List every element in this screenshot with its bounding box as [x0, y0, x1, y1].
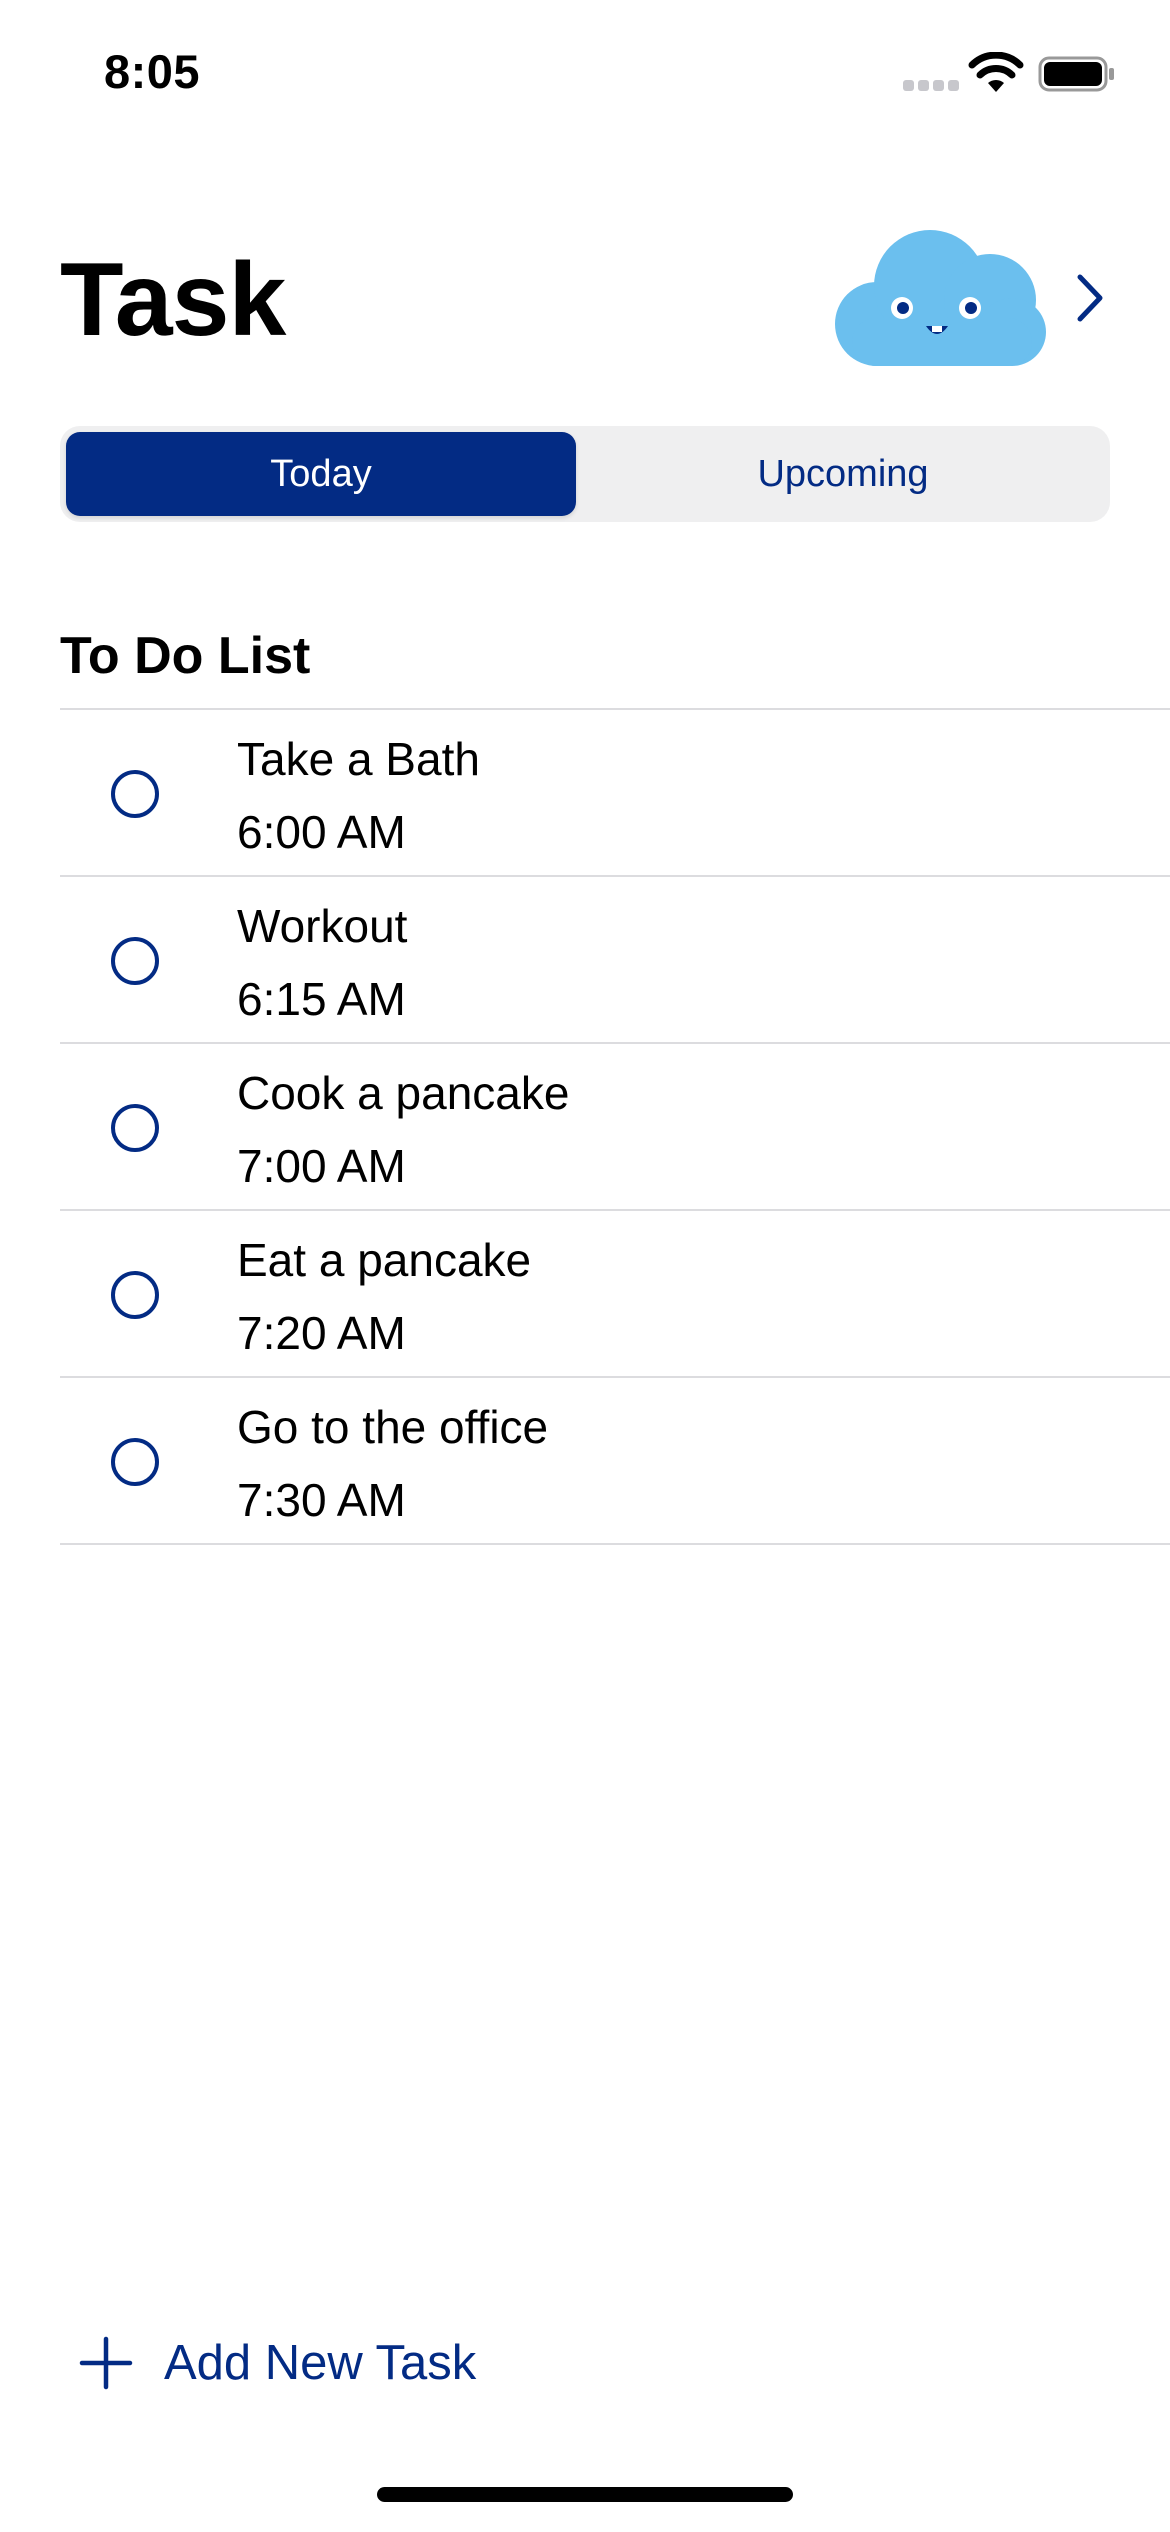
- checkbox-circle-icon[interactable]: [111, 1438, 159, 1486]
- date-segmented-control: Today Upcoming: [60, 426, 1110, 522]
- task-row[interactable]: Eat a pancake 7:20 AM: [60, 1209, 1170, 1376]
- checkbox-circle-icon[interactable]: [111, 937, 159, 985]
- checkbox-circle-icon[interactable]: [111, 1271, 159, 1319]
- task-name: Workout: [237, 900, 408, 952]
- tab-today[interactable]: Today: [66, 432, 576, 516]
- chevron-right-icon[interactable]: [1072, 271, 1108, 325]
- task-name: Go to the office: [237, 1401, 549, 1453]
- battery-icon: [1038, 56, 1114, 92]
- checkbox-circle-icon[interactable]: [111, 770, 159, 818]
- task-list: Take a Bath 6:00 AM Workout 6:15 AM Cook…: [60, 708, 1170, 1545]
- task-time: 6:00 AM: [237, 806, 406, 858]
- task-row[interactable]: Cook a pancake 7:00 AM: [60, 1042, 1170, 1209]
- add-new-task-label: Add New Task: [164, 2336, 477, 2390]
- task-row[interactable]: Workout 6:15 AM: [60, 875, 1170, 1042]
- task-time: 7:20 AM: [237, 1307, 406, 1359]
- task-time: 7:00 AM: [237, 1140, 406, 1192]
- task-name: Cook a pancake: [237, 1067, 570, 1119]
- add-new-task-button[interactable]: Add New Task: [78, 2328, 476, 2398]
- status-bar: 8:05: [0, 0, 1170, 150]
- home-indicator[interactable]: [377, 2487, 793, 2502]
- cloud-mascot-icon[interactable]: [822, 228, 1052, 368]
- status-time: 8:05: [104, 45, 201, 98]
- task-name: Eat a pancake: [237, 1234, 532, 1286]
- cellular-signal-icon: [903, 80, 959, 94]
- tab-upcoming[interactable]: Upcoming: [582, 432, 1104, 516]
- task-time: 6:15 AM: [237, 973, 406, 1025]
- task-time: 7:30 AM: [237, 1474, 406, 1526]
- wifi-icon: [968, 52, 1024, 92]
- checkbox-circle-icon[interactable]: [111, 1104, 159, 1152]
- task-row[interactable]: Take a Bath 6:00 AM: [60, 708, 1170, 875]
- page-title: Task: [60, 242, 286, 358]
- plus-icon: [79, 2336, 133, 2390]
- section-title: To Do List: [60, 627, 311, 685]
- task-row[interactable]: Go to the office 7:30 AM: [60, 1376, 1170, 1545]
- task-name: Take a Bath: [237, 733, 480, 785]
